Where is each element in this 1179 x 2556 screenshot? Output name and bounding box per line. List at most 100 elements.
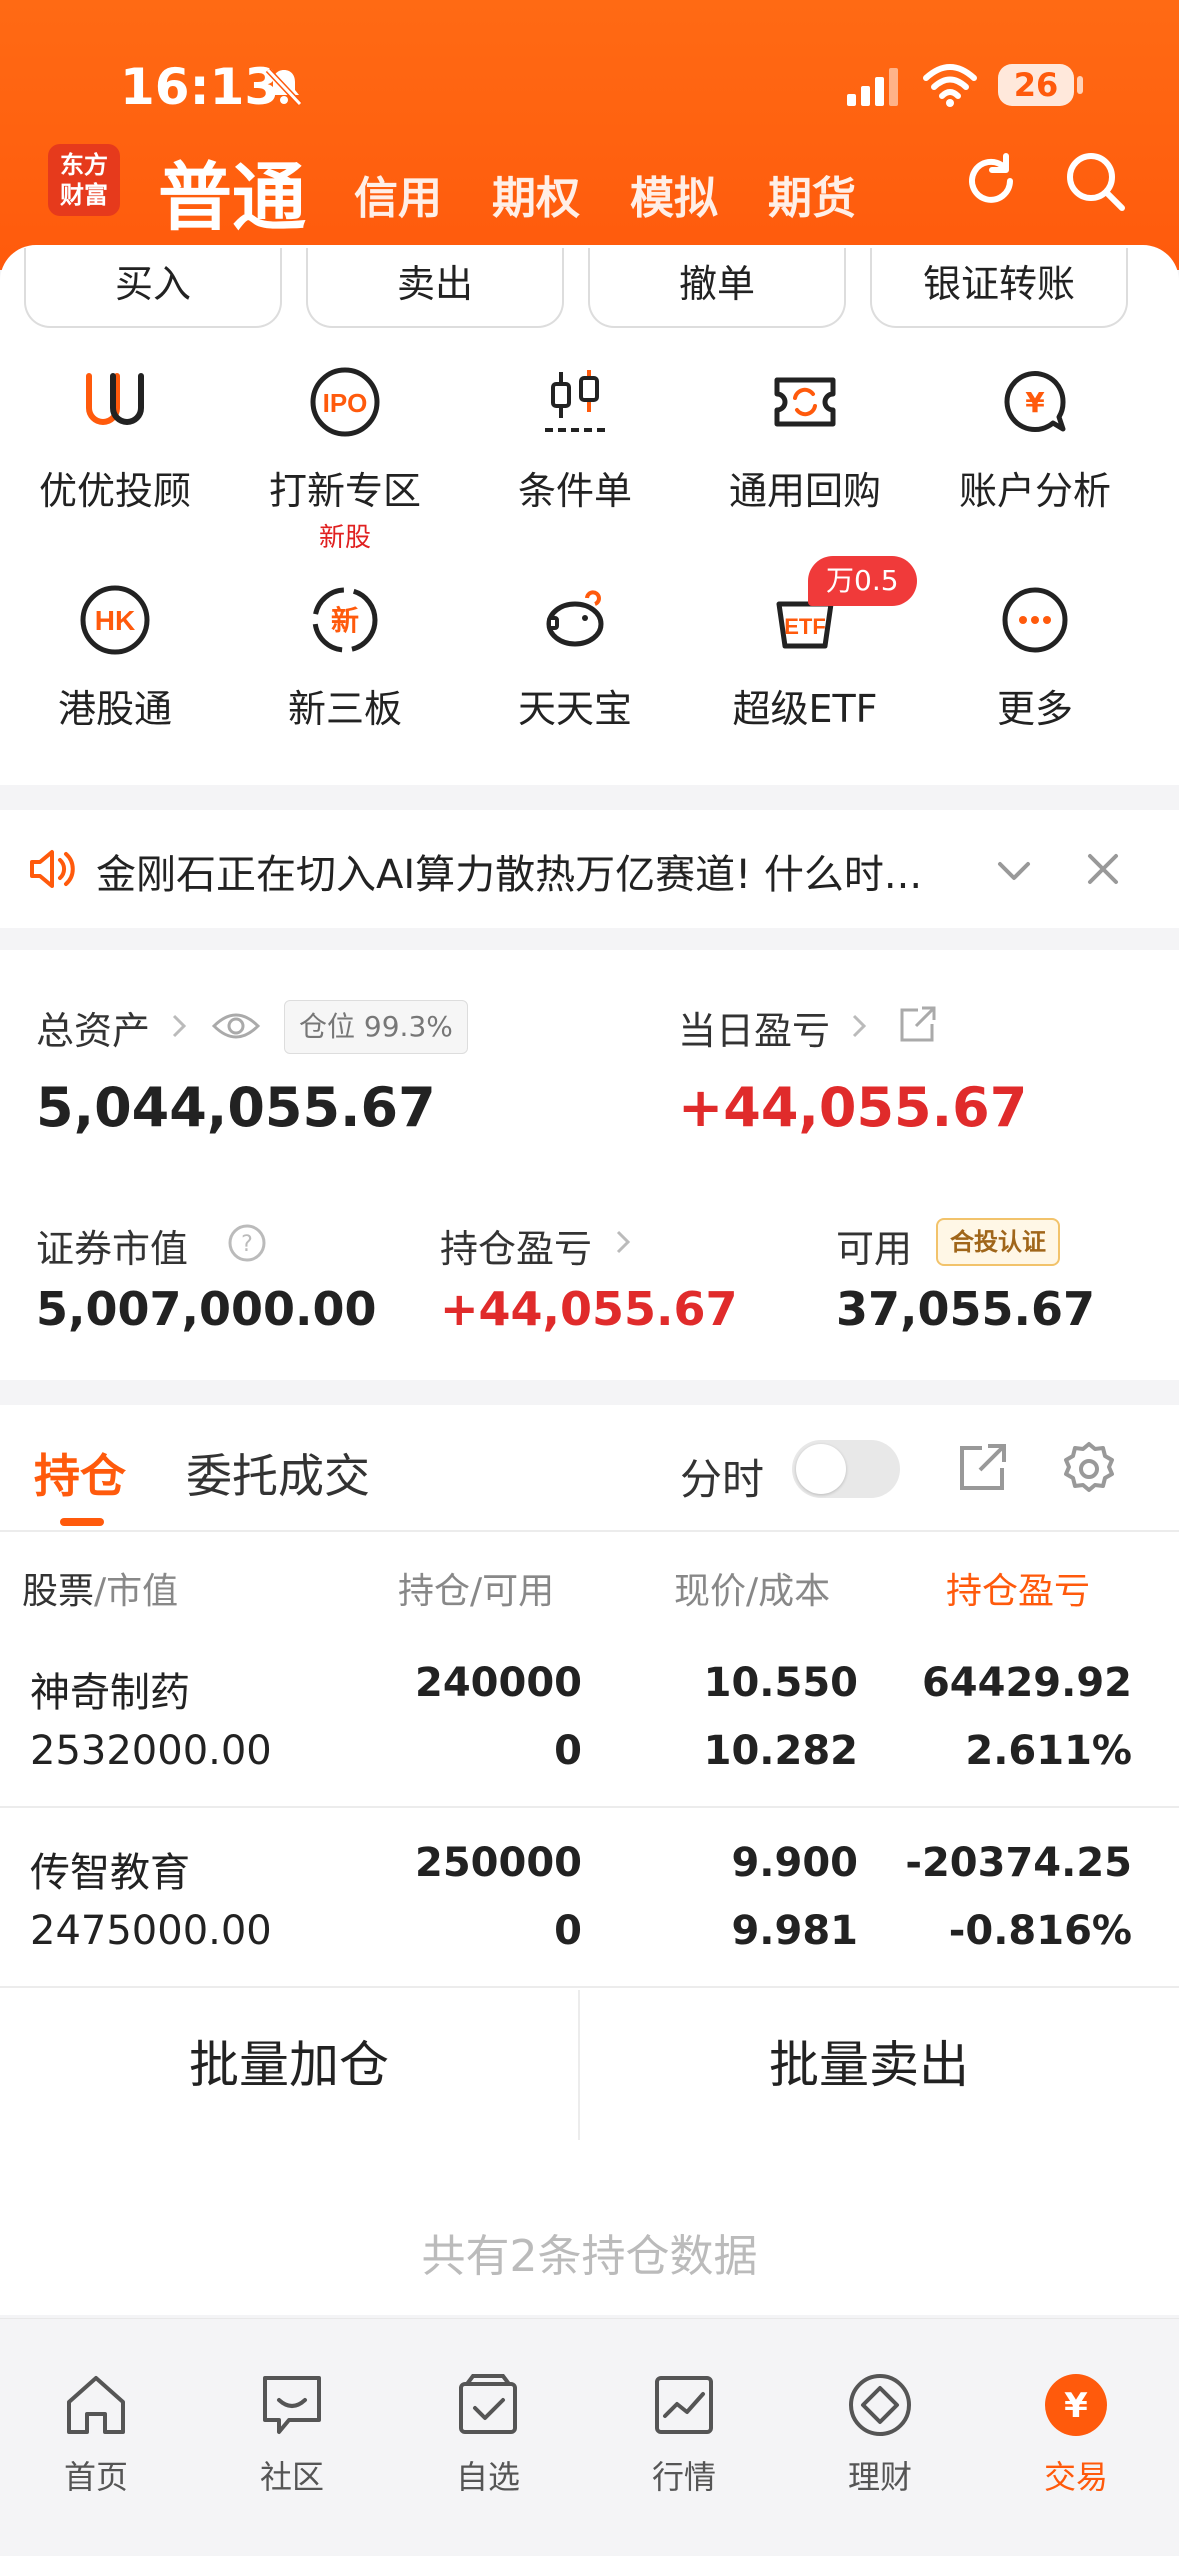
stock-pnl-pct: 2.611% (965, 1728, 1132, 1774)
grid-hk[interactable]: HK 港股通 (0, 580, 230, 733)
logo-line2: 财富 (60, 181, 108, 209)
tab-credit[interactable]: 信用 (354, 162, 442, 226)
grid-label: 天天宝 (517, 687, 632, 731)
nav-label: 理财 (847, 2458, 912, 2496)
market-value: 5,007,000.00 (36, 1282, 377, 1336)
grid-piggy-bank[interactable]: 天天宝 (460, 580, 690, 733)
nav-trade[interactable]: ¥ 交易 (996, 2370, 1156, 2498)
available-value: 37,055.67 (836, 1282, 1095, 1336)
timeshare-label: 分时 (680, 1455, 765, 1504)
search-icon[interactable] (1062, 148, 1128, 214)
divider (0, 1530, 1179, 1532)
stock-cost: 9.981 (731, 1908, 858, 1954)
bulk-sell-button[interactable]: 批量卖出 (580, 1990, 1158, 2140)
app-logo: 东方 财富 (48, 144, 120, 216)
tab-holdings[interactable]: 持仓 (34, 1440, 126, 1506)
bell-off-icon (265, 67, 303, 107)
header-position-available: 持仓/可用 (398, 1571, 555, 1612)
header-market: 市值 (106, 1571, 179, 1612)
watchlist-icon (459, 2374, 517, 2434)
tab-simulated[interactable]: 模拟 (630, 162, 718, 226)
piggy-bank-icon (546, 590, 604, 647)
holding-pnl-label[interactable]: 持仓盈亏 (440, 1218, 592, 1273)
bulk-add-button[interactable]: 批量加仓 (0, 1990, 578, 2140)
stock-available: 0 (554, 1908, 582, 1954)
available-label: 可用 (836, 1227, 913, 1271)
daily-pnl-value: +44,055.67 (678, 1076, 1028, 1139)
svg-text:HK: HK (95, 605, 135, 636)
svg-text:¥: ¥ (1064, 2386, 1088, 2426)
home-icon (67, 2376, 125, 2434)
header-stock: 股票 (22, 1571, 95, 1612)
close-icon[interactable] (1080, 846, 1126, 892)
wealth-icon (849, 2374, 911, 2436)
nav-label: 交易 (1043, 2458, 1108, 2496)
nav-watchlist[interactable]: 自选 (408, 2370, 568, 2498)
daily-pnl-label[interactable]: 当日盈亏 (678, 1000, 830, 1055)
grid-repo[interactable]: 通用回购 (690, 362, 920, 515)
nav-label: 行情 (651, 2458, 716, 2496)
certification-badge[interactable]: 合投认证 (936, 1218, 1060, 1266)
grid-ipo[interactable]: IPO 打新专区 新股 (230, 362, 460, 554)
share-icon[interactable] (896, 1004, 938, 1046)
news-banner[interactable]: 金刚石正在切入AI算力散热万亿赛道! 什么时... (0, 810, 1179, 928)
nav-label: 首页 (63, 2458, 128, 2496)
nav-wealth[interactable]: 理财 (800, 2370, 960, 2498)
refresh-icon[interactable] (958, 148, 1024, 214)
tab-orders[interactable]: 委托成交 (186, 1440, 370, 1506)
battery-tip (1077, 76, 1083, 94)
bank-transfer-button[interactable]: 银证转账 (870, 248, 1128, 328)
holdings-count-note: 共有2条持仓数据 (421, 2231, 758, 2282)
table-row[interactable] (0, 1630, 1179, 1808)
stock-pnl: -20374.25 (905, 1840, 1132, 1886)
header-cost: 成本 (758, 1571, 831, 1612)
grid-uu-advisor[interactable]: 优优投顾 (0, 362, 230, 515)
grid-more[interactable]: 更多 (920, 580, 1150, 733)
stock-pnl: 64429.92 (921, 1660, 1132, 1706)
grid-account-analysis[interactable]: ¥ 账户分析 (920, 362, 1150, 515)
export-icon[interactable] (954, 1440, 1010, 1496)
help-icon[interactable]: ? (226, 1222, 268, 1264)
eye-icon[interactable] (210, 1004, 262, 1048)
account-analysis-icon: ¥ (1004, 371, 1066, 432)
svg-text:ETF: ETF (784, 614, 826, 639)
svg-text:IPO: IPO (323, 388, 368, 418)
community-icon (263, 2376, 321, 2434)
grid-label: 更多 (996, 687, 1073, 731)
buy-button[interactable]: 买入 (24, 248, 282, 328)
chevron-down-icon[interactable] (992, 848, 1036, 892)
speaker-icon (30, 850, 75, 888)
battery-indicator: 26 (998, 64, 1074, 106)
header-available: 可用 (482, 1571, 555, 1612)
timeshare-toggle[interactable] (792, 1440, 900, 1498)
wifi-icon (923, 64, 977, 107)
gear-icon[interactable] (1060, 1440, 1118, 1498)
total-assets-label[interactable]: 总资产 (36, 1000, 150, 1055)
ipo-icon: IPO (310, 367, 380, 437)
grid-new-third-board[interactable]: 新 新三板 (230, 580, 460, 733)
logo-line1: 东方 (60, 151, 108, 179)
grid-label: 超级ETF (732, 687, 878, 731)
chevron-right-icon (172, 1014, 187, 1038)
tab-options[interactable]: 期权 (492, 162, 580, 226)
nav-market[interactable]: 行情 (604, 2370, 764, 2498)
nav-community[interactable]: 社区 (212, 2370, 372, 2498)
stock-cost: 10.282 (703, 1728, 858, 1774)
stock-name: 神奇制药 (30, 1670, 190, 1716)
header-pnl[interactable]: 持仓盈亏 (946, 1562, 1090, 1614)
svg-text:新: 新 (331, 604, 359, 637)
tab-futures[interactable]: 期货 (768, 162, 856, 226)
signal-icon (847, 68, 898, 106)
grid-label: 条件单 (517, 469, 632, 513)
sell-button[interactable]: 卖出 (306, 248, 564, 328)
more-icon (1002, 587, 1068, 653)
cancel-order-button[interactable]: 撤单 (588, 248, 846, 328)
repo-icon (774, 377, 836, 427)
svg-text:¥: ¥ (1025, 386, 1045, 419)
nav-home[interactable]: 首页 (16, 2370, 176, 2498)
grid-conditional-order[interactable]: 条件单 (460, 362, 690, 515)
header-position: 持仓 (398, 1571, 471, 1612)
tab-normal[interactable]: 普通 (158, 138, 306, 245)
position-value: 99.3% (363, 1010, 453, 1043)
table-row[interactable] (0, 1810, 1179, 1988)
